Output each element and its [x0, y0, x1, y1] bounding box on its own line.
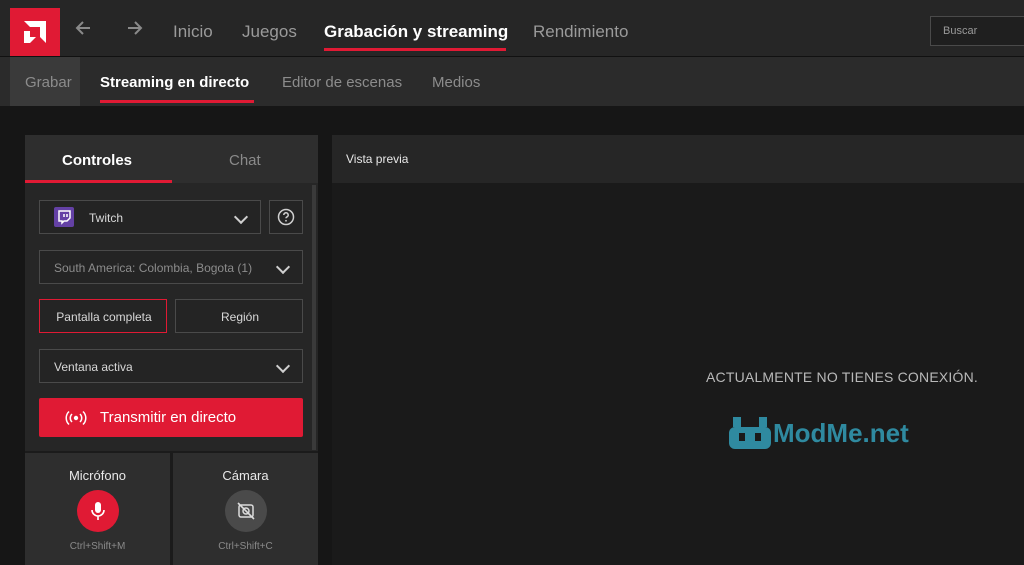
preview-panel: Vista previa ACTUALMENTE NO TIENES CONEX… [332, 135, 1024, 565]
window-source-value: Ventana activa [54, 360, 133, 374]
chevron-down-icon [275, 358, 291, 374]
camera-toggle-button[interactable] [225, 490, 267, 532]
nav-item-juegos[interactable]: Juegos [242, 22, 297, 42]
sub-navigation-bar: Grabar Streaming en directo Editor de es… [0, 57, 1024, 106]
chevron-down-icon [233, 209, 249, 225]
watermark-logo: ModMe.net [727, 415, 909, 455]
camera-label: Cámara [222, 468, 269, 483]
arrow-left-icon[interactable] [72, 18, 96, 42]
question-circle-icon [277, 208, 295, 229]
top-navigation-bar: Inicio Juegos Grabación y streaming Rend… [0, 0, 1024, 57]
platform-select[interactable]: Twitch [39, 200, 261, 234]
controls-scrollbar[interactable] [312, 185, 316, 450]
connection-status-message: ACTUALMENTE NO TIENES CONEXIÓN. [706, 369, 978, 385]
capture-mode-region-label: Región [220, 310, 260, 324]
microphone-label: Micrófono [68, 468, 127, 483]
broadcast-icon [65, 408, 87, 432]
tab-chat[interactable]: Chat [229, 152, 261, 169]
window-source-select[interactable]: Ventana activa [39, 349, 303, 383]
sub-tab-streaming-en-directo[interactable]: Streaming en directo [100, 74, 249, 91]
amd-logo-icon[interactable] [10, 8, 60, 56]
controls-panel: Controles Chat Twitch South America: Col… [25, 135, 318, 565]
watermark-text: ModMe.net [773, 417, 909, 448]
sub-tab-editor-de-escenas[interactable]: Editor de escenas [282, 74, 402, 91]
watermark-icon [729, 417, 771, 449]
controls-tabs: Controles Chat [25, 135, 318, 183]
camera-off-icon [236, 501, 256, 526]
microphone-toggle-button[interactable] [77, 490, 119, 532]
start-stream-label: Transmitir en directo [100, 409, 237, 426]
camera-control: Cámara Ctrl+Shift+C [173, 453, 318, 565]
microphone-icon [89, 500, 107, 527]
nav-active-underline [324, 48, 506, 51]
camera-shortcut: Ctrl+Shift+C [218, 541, 273, 552]
tab-controles[interactable]: Controles [62, 152, 132, 169]
nav-item-inicio[interactable]: Inicio [173, 22, 213, 42]
microphone-control: Micrófono Ctrl+Shift+M [25, 453, 170, 565]
search-input[interactable]: Buscar [930, 16, 1024, 46]
subnav-active-underline [100, 100, 254, 103]
server-select[interactable]: South America: Colombia, Bogota (1) [39, 250, 303, 284]
arrow-right-icon[interactable] [122, 18, 146, 42]
sub-tab-medios[interactable]: Medios [432, 74, 480, 91]
server-select-value: South America: Colombia, Bogota (1) [54, 261, 253, 275]
start-stream-button[interactable]: Transmitir en directo [39, 398, 303, 437]
chevron-down-icon [275, 259, 291, 275]
preview-header: Vista previa [332, 135, 1024, 183]
sub-tab-grabar[interactable]: Grabar [25, 74, 72, 91]
help-button[interactable] [269, 200, 303, 234]
tab-active-underline [25, 180, 172, 183]
capture-mode-full-screen-button[interactable]: Pantalla completa [39, 299, 167, 333]
nav-item-rendimiento[interactable]: Rendimiento [533, 22, 628, 42]
nav-item-grabacion-y-streaming[interactable]: Grabación y streaming [324, 22, 508, 42]
microphone-shortcut: Ctrl+Shift+M [69, 541, 126, 552]
preview-title: Vista previa [346, 152, 409, 166]
capture-mode-full-screen-label: Pantalla completa [56, 310, 152, 324]
twitch-icon [54, 207, 74, 227]
capture-mode-region-button[interactable]: Región [175, 299, 303, 333]
platform-select-value: Twitch [89, 211, 124, 225]
